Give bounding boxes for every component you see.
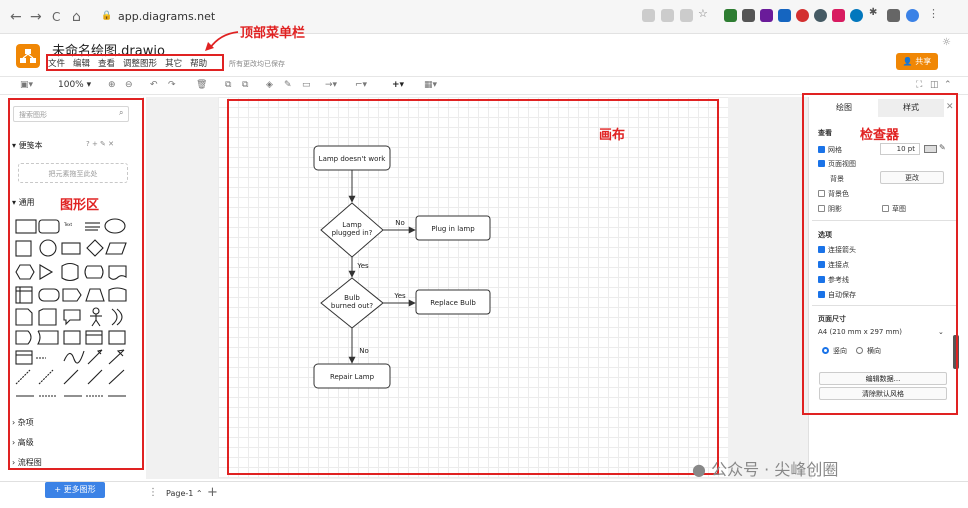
user-icon: 👤: [902, 57, 916, 66]
reload-icon[interactable]: C: [52, 10, 60, 24]
zoom-select[interactable]: 100% ▾: [58, 80, 91, 90]
install-icon[interactable]: [642, 9, 655, 22]
connection-icon[interactable]: →▾: [325, 80, 337, 90]
extension-icon[interactable]: [850, 9, 863, 22]
extension-icon[interactable]: [778, 9, 791, 22]
forward-icon[interactable]: →: [30, 9, 42, 25]
back-icon[interactable]: ←: [10, 9, 22, 25]
extension-icon[interactable]: [742, 9, 755, 22]
line-color-icon[interactable]: ✎: [284, 80, 292, 90]
watermark: ● 公众号 · 尖峰创圈: [692, 456, 838, 480]
zoom-value: 100%: [58, 80, 84, 90]
save-status: 所有更改均已保存: [229, 60, 285, 68]
cast-icon[interactable]: [661, 9, 674, 22]
more-shapes-button[interactable]: + 更多图形: [45, 482, 105, 498]
table-icon[interactable]: ▦▾: [424, 80, 437, 90]
format-panel-icon[interactable]: ▣▾: [20, 80, 33, 90]
annotation-box-shapes: [8, 98, 144, 470]
undo-icon[interactable]: ↶: [150, 80, 158, 90]
share-label: 共享: [915, 57, 932, 66]
annotation-canvas-label: 画布: [599, 128, 626, 143]
app-window: ← → C ⌂ 🔒 app.diagrams.net ☆ ✱ ⋮ 未命名绘图.d…: [0, 0, 968, 508]
extension-icon[interactable]: [814, 9, 827, 22]
fill-color-icon[interactable]: ◈: [266, 80, 273, 90]
url-text: app.diagrams.net: [118, 10, 216, 23]
insert-icon[interactable]: +▾: [392, 80, 404, 90]
extension-icon[interactable]: [724, 9, 737, 22]
bottom-bar: [0, 481, 968, 508]
annotation-box-menu: [46, 54, 224, 71]
sidebar-icon[interactable]: [887, 9, 900, 22]
annotation-arrow: [205, 31, 239, 51]
format-toggle-icon[interactable]: ◫: [930, 80, 939, 90]
delete-icon[interactable]: 🗑: [196, 80, 207, 90]
pages-menu-icon[interactable]: ⋮: [148, 487, 158, 498]
address-bar[interactable]: 🔒 app.diagrams.net: [90, 6, 630, 28]
redo-icon[interactable]: ↷: [168, 80, 176, 90]
profile-avatar[interactable]: [906, 9, 919, 22]
lock-icon: 🔒: [101, 11, 113, 21]
annotation-shapes-label: 图形区: [60, 198, 100, 213]
bookmark-star-icon[interactable]: ☆: [698, 7, 711, 20]
shadow-icon[interactable]: ▭: [302, 80, 311, 90]
waypoints-icon[interactable]: ⌐▾: [355, 80, 367, 90]
wechat-icon: ●: [692, 460, 706, 479]
page-tab[interactable]: Page-1 ⌃: [166, 489, 203, 498]
page-tab-label: Page-1: [166, 489, 194, 498]
to-front-icon[interactable]: ⧉: [225, 80, 231, 90]
zoom-in-icon[interactable]: ⊕: [108, 80, 116, 90]
watermark-text: 公众号 · 尖峰创圈: [711, 460, 839, 479]
share-page-icon[interactable]: [680, 9, 693, 22]
extension-icon[interactable]: [796, 9, 809, 22]
home-icon[interactable]: ⌂: [72, 9, 81, 25]
annotation-inspector-label: 检查器: [860, 128, 900, 143]
fullscreen-icon[interactable]: ⛶: [916, 80, 922, 90]
puzzle-icon[interactable]: ✱: [869, 7, 882, 20]
extension-icon[interactable]: [832, 9, 845, 22]
browser-menu-icon[interactable]: ⋮: [928, 7, 941, 20]
annotation-menu-label: 顶部菜单栏: [240, 26, 306, 41]
theme-icon[interactable]: ☼: [942, 37, 951, 48]
zoom-out-icon[interactable]: ⊖: [125, 80, 133, 90]
add-page-icon[interactable]: +: [207, 485, 218, 500]
collapse-icon[interactable]: ⌃: [944, 80, 952, 90]
share-button[interactable]: 👤 共享: [896, 53, 938, 70]
to-back-icon[interactable]: ⧉: [242, 80, 248, 90]
extension-icon[interactable]: [760, 9, 773, 22]
annotation-box-canvas: [227, 99, 719, 475]
drawio-logo: [16, 44, 40, 68]
